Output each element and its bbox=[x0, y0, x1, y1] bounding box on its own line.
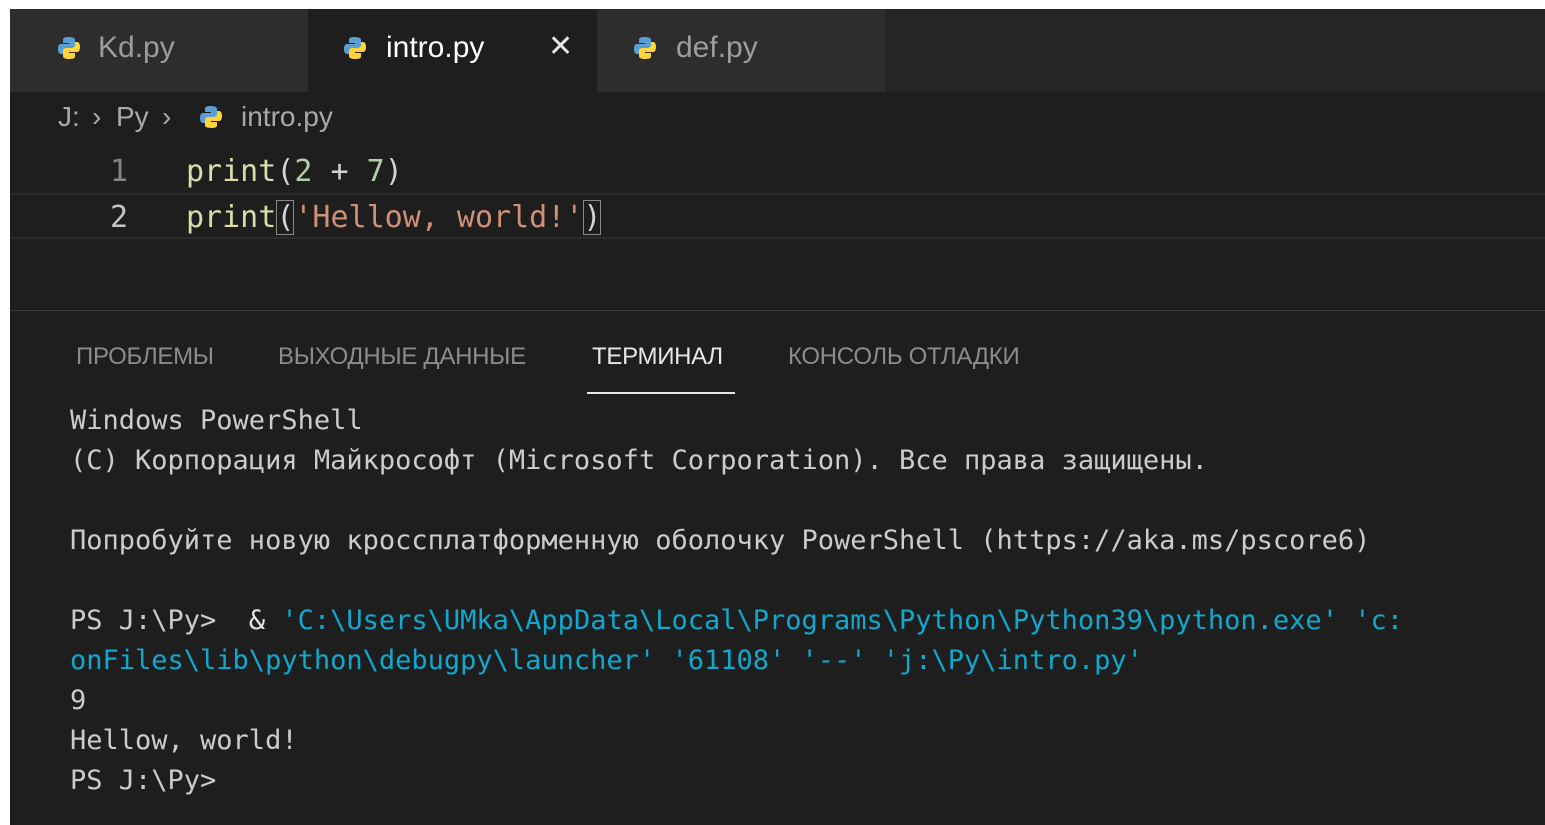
tab-label: intro.py bbox=[386, 31, 485, 64]
code-line[interactable]: 1 print(2 + 7) bbox=[10, 149, 1545, 195]
code-line-current[interactable]: 2 print('Hellow, world!') bbox=[10, 193, 1545, 239]
terminal-command: 'C:\Users\UMka\AppData\Local\Programs\Py… bbox=[281, 605, 1403, 636]
terminal-prompt: PS J:\Py> bbox=[70, 765, 217, 796]
code-token-number: 2 bbox=[294, 154, 313, 189]
python-icon bbox=[634, 36, 656, 60]
tab-label: Kd.py bbox=[98, 31, 175, 64]
tab-problems[interactable]: ПРОБЛЕМЫ bbox=[76, 343, 214, 371]
code-token-number: 7 bbox=[366, 154, 385, 189]
terminal-line: (C) Корпорация Майкрософт (Microsoft Cor… bbox=[70, 445, 1208, 476]
breadcrumb-file[interactable]: intro.py bbox=[241, 101, 333, 133]
breadcrumb-folder[interactable]: Py bbox=[116, 101, 149, 133]
code-token-paren: ) bbox=[384, 154, 403, 189]
terminal-line: Windows PowerShell bbox=[70, 405, 363, 436]
code-token-function: print bbox=[186, 200, 277, 235]
vscode-window: Kd.py intro.py ✕ def.py J: › Py › intro.… bbox=[10, 9, 1545, 825]
python-icon bbox=[200, 105, 222, 129]
code-text[interactable]: print(2 + 7) bbox=[186, 154, 403, 189]
tab-intro-py[interactable]: intro.py ✕ bbox=[308, 9, 597, 92]
code-token-paren: ( bbox=[276, 154, 295, 189]
code-token-string: 'Hellow, world!' bbox=[294, 200, 584, 235]
line-number: 2 bbox=[109, 200, 128, 235]
terminal-line: 9 bbox=[70, 685, 87, 716]
breadcrumb-drive[interactable]: J: bbox=[58, 101, 80, 133]
code-token-operator: + bbox=[312, 154, 367, 189]
terminal-line: onFiles\lib\python\debugpy\launcher' '61… bbox=[70, 645, 1143, 676]
python-icon bbox=[58, 36, 80, 60]
python-icon bbox=[344, 36, 366, 60]
tab-def-py[interactable]: def.py bbox=[597, 9, 886, 92]
code-text[interactable]: print('Hellow, world!') bbox=[186, 200, 602, 235]
line-number: 1 bbox=[109, 154, 128, 189]
chevron-right-icon: › bbox=[92, 101, 102, 132]
bottom-panel: ПРОБЛЕМЫ ВЫХОДНЫЕ ДАННЫЕ ТЕРМИНАЛ КОНСОЛ… bbox=[10, 310, 1545, 825]
close-icon[interactable]: ✕ bbox=[548, 29, 573, 64]
tab-terminal[interactable]: ТЕРМИНАЛ bbox=[592, 343, 723, 371]
terminal-prompt: PS J:\Py> bbox=[70, 605, 233, 636]
tab-label: def.py bbox=[676, 31, 758, 64]
active-tab-indicator bbox=[587, 392, 735, 394]
code-token-function: print bbox=[186, 154, 277, 189]
tab-debug-console[interactable]: КОНСОЛЬ ОТЛАДКИ bbox=[788, 343, 1020, 371]
editor-tab-bar: Kd.py intro.py ✕ def.py bbox=[10, 9, 1545, 92]
bracket-match-highlight: ( bbox=[276, 200, 295, 235]
terminal-operator: & bbox=[232, 605, 282, 636]
terminal-line: Попробуйте новую кроссплатформенную обол… bbox=[70, 525, 1371, 556]
tab-kd-py[interactable]: Kd.py bbox=[10, 9, 308, 92]
bracket-match-highlight: ) bbox=[583, 200, 602, 235]
terminal-line: PS J:\Py> & 'C:\Users\UMka\AppData\Local… bbox=[70, 605, 1403, 645]
chevron-right-icon: › bbox=[162, 101, 172, 132]
terminal-line: Hellow, world! bbox=[70, 725, 298, 756]
tab-output[interactable]: ВЫХОДНЫЕ ДАННЫЕ bbox=[278, 343, 526, 371]
